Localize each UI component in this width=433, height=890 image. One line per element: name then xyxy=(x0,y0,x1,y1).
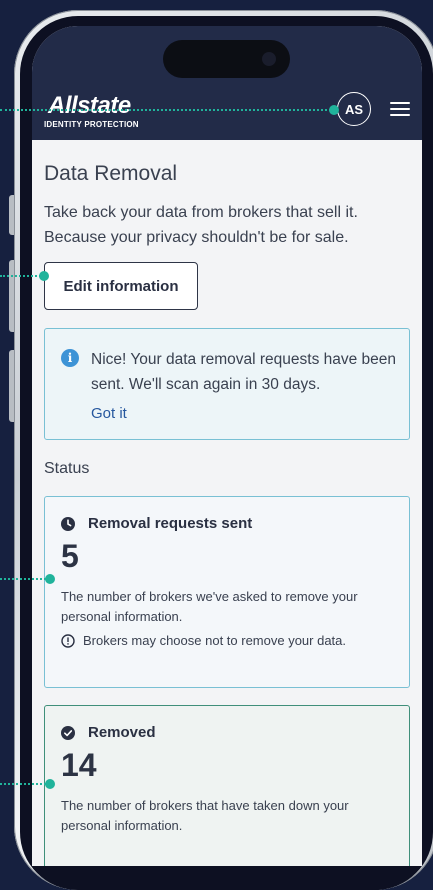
page-title: Data Removal xyxy=(44,162,178,185)
clock-icon xyxy=(61,516,75,531)
annotation-dot xyxy=(39,271,49,281)
info-icon: i xyxy=(61,349,79,367)
annotation-line xyxy=(0,783,50,785)
edit-information-button[interactable]: Edit information xyxy=(44,262,198,310)
notice-text: Nice! Your data removal requests have be… xyxy=(91,351,397,393)
annotation-line xyxy=(0,578,50,580)
removal-requests-card: Removal requests sent 5 The number of br… xyxy=(44,496,410,688)
logo-wordmark[interactable]: Allstate xyxy=(48,92,131,120)
card-title: Removed xyxy=(88,724,156,741)
card-description: The number of brokers we've asked to rem… xyxy=(61,589,358,624)
success-notice: i Nice! Your data removal requests have … xyxy=(44,328,410,440)
warning-note: Brokers may choose not to remove your da… xyxy=(61,633,395,648)
phone-screen: Allstate IDENTITY PROTECTION AS Data Rem… xyxy=(32,26,422,866)
logo-subtitle: IDENTITY PROTECTION xyxy=(44,120,139,129)
annotation-dot xyxy=(329,105,339,115)
hamburger-menu-icon[interactable] xyxy=(390,102,410,116)
page-description: Take back your data from brokers that se… xyxy=(44,204,358,246)
card-header: Removed xyxy=(61,724,395,741)
requests-count: 5 xyxy=(61,538,79,574)
annotation-dot xyxy=(45,779,55,789)
removed-card: Removed 14 The number of brokers that ha… xyxy=(44,705,410,866)
card-header: Removal requests sent xyxy=(61,515,395,532)
card-description: The number of brokers that have taken do… xyxy=(61,798,349,833)
annotation-dot xyxy=(45,574,55,584)
dynamic-island xyxy=(163,40,290,78)
avatar[interactable]: AS xyxy=(337,92,371,126)
removed-count: 14 xyxy=(61,747,97,783)
annotation-line xyxy=(0,109,335,111)
card-title: Removal requests sent xyxy=(88,515,253,532)
camera-icon xyxy=(262,52,276,66)
status-heading: Status xyxy=(44,460,90,477)
main-content: Data Removal Take back your data from br… xyxy=(32,162,422,866)
got-it-link[interactable]: Got it xyxy=(91,405,397,422)
warning-text: Brokers may choose not to remove your da… xyxy=(83,633,347,648)
app-header: Allstate IDENTITY PROTECTION AS xyxy=(32,26,422,140)
check-circle-icon xyxy=(61,725,75,740)
alert-circle-icon xyxy=(61,633,75,648)
annotation-line xyxy=(0,275,44,277)
